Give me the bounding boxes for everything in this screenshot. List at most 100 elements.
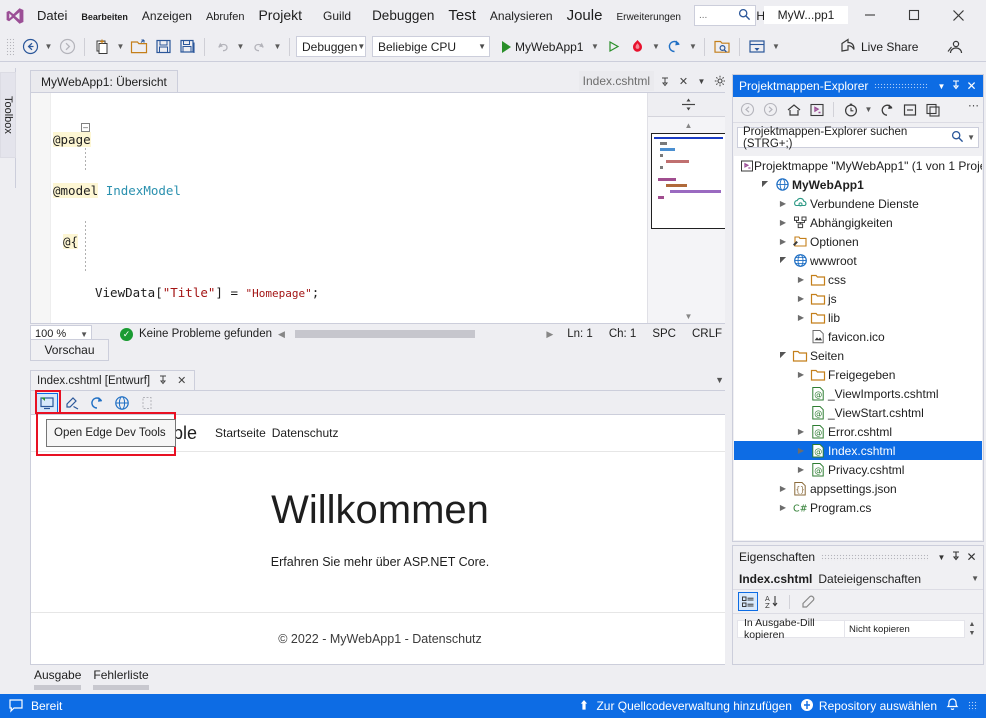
add-to-source-control-button[interactable]: Zur Quellcodeverwaltung hinzufügen	[577, 698, 791, 715]
tree-twisty-collapsed-icon[interactable]: ▶	[776, 237, 790, 246]
account-icon[interactable]	[944, 36, 966, 58]
close-icon[interactable]: ✕	[177, 374, 186, 387]
search-icon[interactable]	[951, 130, 964, 146]
menu-item-guild[interactable]: Guild	[309, 7, 358, 25]
tree-row[interactable]: ◢Seiten	[734, 346, 982, 365]
split-view-icon[interactable]	[648, 93, 729, 117]
tree-twisty-collapsed-icon[interactable]: ▶	[794, 370, 808, 379]
scroll-up-arrow-icon[interactable]: ▲	[969, 621, 976, 628]
platform-dropdown[interactable]: Beliebige CPU ▼	[372, 36, 490, 57]
tree-row[interactable]: @_ViewImports.cshtml	[734, 384, 982, 403]
save-icon[interactable]	[152, 36, 174, 58]
property-scroll-spinner[interactable]: ▲ ▼	[965, 621, 979, 637]
chevron-down-icon[interactable]: ▼	[934, 82, 949, 91]
tree-twisty-collapsed-icon[interactable]: ▶	[794, 446, 808, 455]
tree-twisty-expanded-icon[interactable]: ◢	[776, 256, 790, 265]
run-dropdown-icon[interactable]: ▼	[589, 36, 600, 58]
properties-window-icon[interactable]	[922, 99, 943, 120]
panel-splitter[interactable]	[725, 74, 730, 665]
solution-tree[interactable]: Projektmappe "MyWebApp1" (1 von 1 Projek…	[734, 156, 982, 540]
home-icon[interactable]	[783, 99, 804, 120]
chevron-down-icon[interactable]: ▼	[715, 375, 724, 385]
alphabetical-sort-icon[interactable]: AZ	[761, 591, 782, 612]
scroll-down-arrow-icon[interactable]: ▼	[648, 312, 729, 321]
pin-icon[interactable]	[659, 73, 672, 89]
solution-search-input[interactable]: Projektmappen-Explorer suchen (STRG+;) ▼	[737, 127, 979, 148]
close-button[interactable]	[936, 0, 980, 30]
pin-icon[interactable]	[949, 550, 964, 564]
header-grip[interactable]	[874, 83, 928, 90]
problems-indicator[interactable]: ✓ Keine Probleme gefunden	[92, 328, 272, 341]
chevron-down-icon[interactable]: ▼	[695, 73, 708, 89]
live-share-button[interactable]: Live Share	[840, 37, 918, 57]
collapse-all-icon[interactable]	[899, 99, 920, 120]
code-surface[interactable]: – @page @model IndexModel @{ ViewData["T…	[30, 92, 730, 324]
scroll-right-arrow-icon[interactable]: ▶	[546, 329, 553, 340]
toolbox-tab[interactable]: Toolbox	[0, 72, 16, 158]
tree-row[interactable]: ▶Verbundene Dienste	[734, 194, 982, 213]
play-outline-icon[interactable]	[602, 36, 624, 58]
tree-row[interactable]: ▶C#Program.cs	[734, 498, 982, 517]
tree-row[interactable]: ◢MyWebApp1	[734, 175, 982, 194]
properties-object-selector[interactable]: Index.cshtml Dateieigenschaften ▼	[733, 568, 983, 590]
folder-search-icon[interactable]	[711, 36, 733, 58]
tree-twisty-collapsed-icon[interactable]: ▶	[794, 294, 808, 303]
tree-row[interactable]: ▶js	[734, 289, 982, 308]
start-debugging-button[interactable]: MyWebApp1	[498, 40, 587, 54]
menu-item-anzeigen[interactable]: Anzeigen	[135, 7, 199, 25]
tree-row[interactable]: ▶css	[734, 270, 982, 289]
tree-row[interactable]: @_ViewStart.cshtml	[734, 403, 982, 422]
restart-icon[interactable]	[663, 36, 685, 58]
horizontal-scrollbar[interactable]: ◀ ▶	[272, 326, 559, 342]
menu-item-erweiterungen[interactable]: Erweiterungen	[609, 10, 687, 25]
chevron-down-icon[interactable]: ▼	[971, 574, 979, 583]
tree-row[interactable]: ▶Abhängigkeiten	[734, 213, 982, 232]
menu-item-joule[interactable]: Joule	[560, 5, 610, 26]
open-in-browser-icon[interactable]	[111, 393, 133, 413]
close-icon[interactable]: ✕	[964, 550, 979, 564]
tree-row[interactable]: ▶lib	[734, 308, 982, 327]
tree-row-selected[interactable]: ▶@Index.cshtml	[734, 441, 982, 460]
menu-item-debuggen[interactable]: Debuggen	[358, 6, 441, 25]
toolbar-grip[interactable]	[6, 38, 14, 56]
tree-row[interactable]: ▶Freigegeben	[734, 365, 982, 384]
tab-index-cshtml[interactable]: Index.cshtml	[579, 71, 654, 91]
maximize-button[interactable]	[892, 0, 936, 30]
tree-twisty-expanded-icon[interactable]: ◢	[776, 351, 790, 360]
minimize-button[interactable]	[848, 0, 892, 30]
refresh-icon[interactable]	[876, 99, 897, 120]
menu-item-analysieren[interactable]: Analysieren	[483, 7, 560, 25]
select-repository-button[interactable]: Repository auswählen	[800, 698, 937, 715]
new-project-icon[interactable]	[91, 36, 113, 58]
scroll-up-arrow-icon[interactable]: ▲	[648, 117, 729, 133]
restart-dropdown-icon[interactable]: ▼	[687, 36, 698, 58]
tree-row[interactable]: ▶@Privacy.cshtml	[734, 460, 982, 479]
open-folder-icon[interactable]	[128, 36, 150, 58]
menu-item-test[interactable]: Test	[441, 5, 483, 26]
save-all-icon[interactable]	[176, 36, 198, 58]
tree-twisty-collapsed-icon[interactable]: ▶	[776, 484, 790, 493]
menu-item-projekt[interactable]: Projekt	[251, 5, 309, 25]
tree-row[interactable]: Projektmappe "MyWebApp1" (1 von 1 Projek…	[734, 156, 982, 175]
inspect-element-icon[interactable]	[61, 393, 83, 413]
back-arrow-icon[interactable]	[19, 36, 41, 58]
categorized-icon[interactable]	[738, 592, 758, 611]
menu-item-bearbeiten[interactable]: Bearbeiten	[74, 10, 135, 24]
pin-icon[interactable]	[158, 374, 169, 388]
scroll-left-arrow-icon[interactable]: ◀	[278, 329, 285, 340]
property-pages-icon[interactable]	[797, 591, 818, 612]
tree-twisty-collapsed-icon[interactable]: ▶	[776, 199, 790, 208]
tree-row[interactable]: ▶@Error.cshtml	[734, 422, 982, 441]
indentation-indicator[interactable]: SPC	[644, 328, 684, 340]
scroll-down-arrow-icon[interactable]: ▼	[969, 630, 976, 637]
tree-row[interactable]: favicon.ico	[734, 327, 982, 346]
hot-reload-dropdown-icon[interactable]: ▼	[650, 36, 661, 58]
tree-twisty-collapsed-icon[interactable]: ▶	[776, 503, 790, 512]
tree-twisty-collapsed-icon[interactable]: ▶	[776, 218, 790, 227]
chevron-down-icon[interactable]: ▼	[934, 553, 949, 562]
line-ending-indicator[interactable]: CRLF	[684, 328, 730, 340]
tree-twisty-collapsed-icon[interactable]: ▶	[794, 313, 808, 322]
property-row[interactable]: In Ausgabe-Dill kopieren Nicht kopieren …	[737, 620, 979, 638]
main-menu[interactable]: Datei Bearbeiten Anzeigen Abrufen Projek…	[30, 5, 787, 26]
search-input[interactable]: ...	[694, 5, 756, 26]
